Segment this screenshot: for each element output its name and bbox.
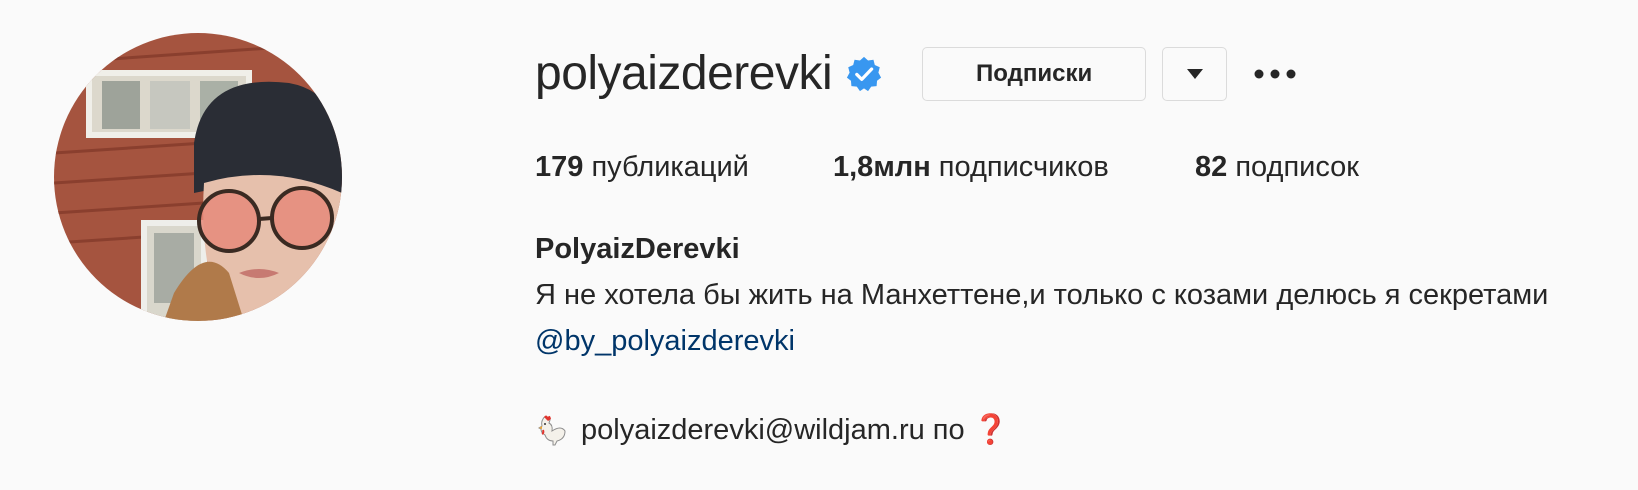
contact-email-text: polyaizderevki@wildjam.ru по xyxy=(581,414,965,446)
profile-bio: PolyaizDerevki Я не хотела бы жить на Ма… xyxy=(535,226,1548,364)
profile-header-row: polyaizderevki Подписки xyxy=(535,40,1297,108)
avatar-image xyxy=(54,33,342,321)
profile-stats: 179 публикаций 1,8млн подписчиков 82 под… xyxy=(535,147,1359,187)
bio-mention-link[interactable]: @by_polyaizderevki xyxy=(535,325,795,357)
rooster-icon xyxy=(535,413,569,447)
posts-label: публикаций xyxy=(583,151,749,183)
profile-header: polyaizderevki Подписки 179 публикаций 1… xyxy=(0,0,1638,490)
posts-count: 179 xyxy=(535,151,584,183)
posts-stat: 179 публикаций xyxy=(535,147,833,187)
verified-badge-icon xyxy=(846,56,882,92)
triangle-down-icon xyxy=(1186,69,1203,79)
followers-label: подписчиков xyxy=(930,151,1109,183)
following-stat[interactable]: 82 подписок xyxy=(1195,147,1359,187)
following-label: подписок xyxy=(1227,151,1359,183)
profile-avatar[interactable] xyxy=(54,33,342,321)
followers-count: 1,8млн xyxy=(833,151,931,183)
following-button[interactable]: Подписки xyxy=(922,47,1147,101)
more-options-button[interactable] xyxy=(1253,47,1297,101)
suggestions-dropdown-button[interactable] xyxy=(1162,47,1228,101)
following-count: 82 xyxy=(1195,151,1228,183)
bio-text: Я не хотела бы жить на Манхеттене,и толь… xyxy=(535,279,1549,311)
more-horizontal-icon xyxy=(1254,69,1296,79)
followers-stat[interactable]: 1,8млн подписчиков xyxy=(833,147,1195,187)
profile-username: polyaizderevki xyxy=(535,47,833,100)
bio-contact-line: polyaizderevki@wildjam.ru по ❓ xyxy=(535,410,1009,450)
profile-full-name: PolyaizDerevki xyxy=(535,233,740,265)
question-mark-icon: ❓ xyxy=(972,414,1009,446)
